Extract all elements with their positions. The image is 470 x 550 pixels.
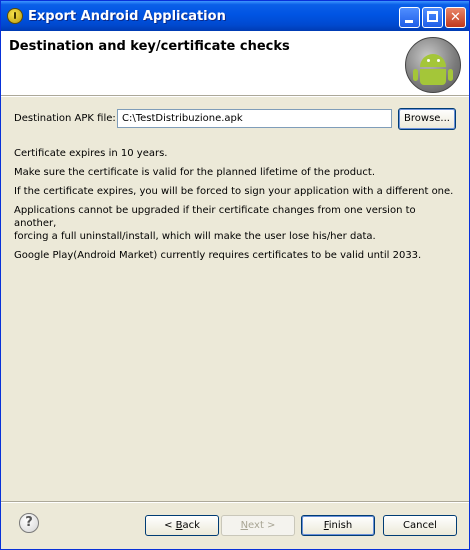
android-logo-icon — [405, 37, 461, 93]
next-button-rest: ext > — [248, 520, 276, 531]
title-bar[interactable]: Export Android Application ✕ — [1, 1, 469, 31]
message-line: Applications cannot be upgraded if their… — [14, 205, 416, 229]
android-eye-shape — [427, 59, 430, 62]
maximize-button[interactable] — [422, 7, 443, 28]
android-arm-shape — [413, 69, 418, 81]
android-head-shape — [420, 54, 446, 67]
destination-label: Destination APK file: — [14, 113, 116, 124]
back-button-prefix: < — [164, 520, 176, 531]
help-icon[interactable]: ? — [19, 513, 39, 533]
back-button-mnemonic: B — [175, 520, 183, 531]
close-button[interactable]: ✕ — [445, 7, 466, 28]
next-button-mnemonic: N — [240, 520, 249, 531]
cancel-button[interactable]: Cancel — [383, 515, 457, 536]
back-button-rest: ack — [182, 520, 200, 531]
next-button[interactable]: Next > — [221, 515, 295, 536]
page-title: Destination and key/certificate checks — [9, 39, 290, 54]
header-separator — [1, 95, 469, 97]
back-button[interactable]: < Back — [145, 515, 219, 536]
message-line: forcing a full uninstall/install, which … — [14, 231, 376, 242]
android-eye-shape — [437, 59, 440, 62]
certificate-messages: Certificate expires in 10 years. Make su… — [14, 147, 459, 268]
export-dialog: Export Android Application ✕ Destination… — [0, 0, 470, 550]
finish-button[interactable]: Finish — [301, 515, 375, 536]
message-line: Google Play(Android Market) currently re… — [14, 250, 422, 261]
close-icon: ✕ — [450, 10, 461, 25]
destination-apk-input[interactable] — [117, 109, 392, 128]
footer-separator — [1, 501, 469, 503]
android-body-shape — [420, 69, 446, 85]
app-icon — [7, 8, 23, 24]
minimize-icon — [405, 20, 413, 23]
wizard-header: Destination and key/certificate checks — [1, 31, 469, 95]
browse-button[interactable]: Browse... — [398, 108, 456, 130]
message-line: Certificate expires in 10 years. — [14, 148, 168, 159]
finish-button-rest: inish — [328, 520, 353, 531]
message-line: If the certificate expires, you will be … — [14, 186, 454, 197]
maximize-icon — [427, 11, 438, 22]
minimize-button[interactable] — [399, 7, 420, 28]
android-arm-shape — [448, 69, 453, 81]
message-line: Make sure the certificate is valid for t… — [14, 167, 375, 178]
window-title: Export Android Application — [28, 9, 226, 24]
message-paragraph: Applications cannot be upgraded if their… — [14, 204, 459, 243]
